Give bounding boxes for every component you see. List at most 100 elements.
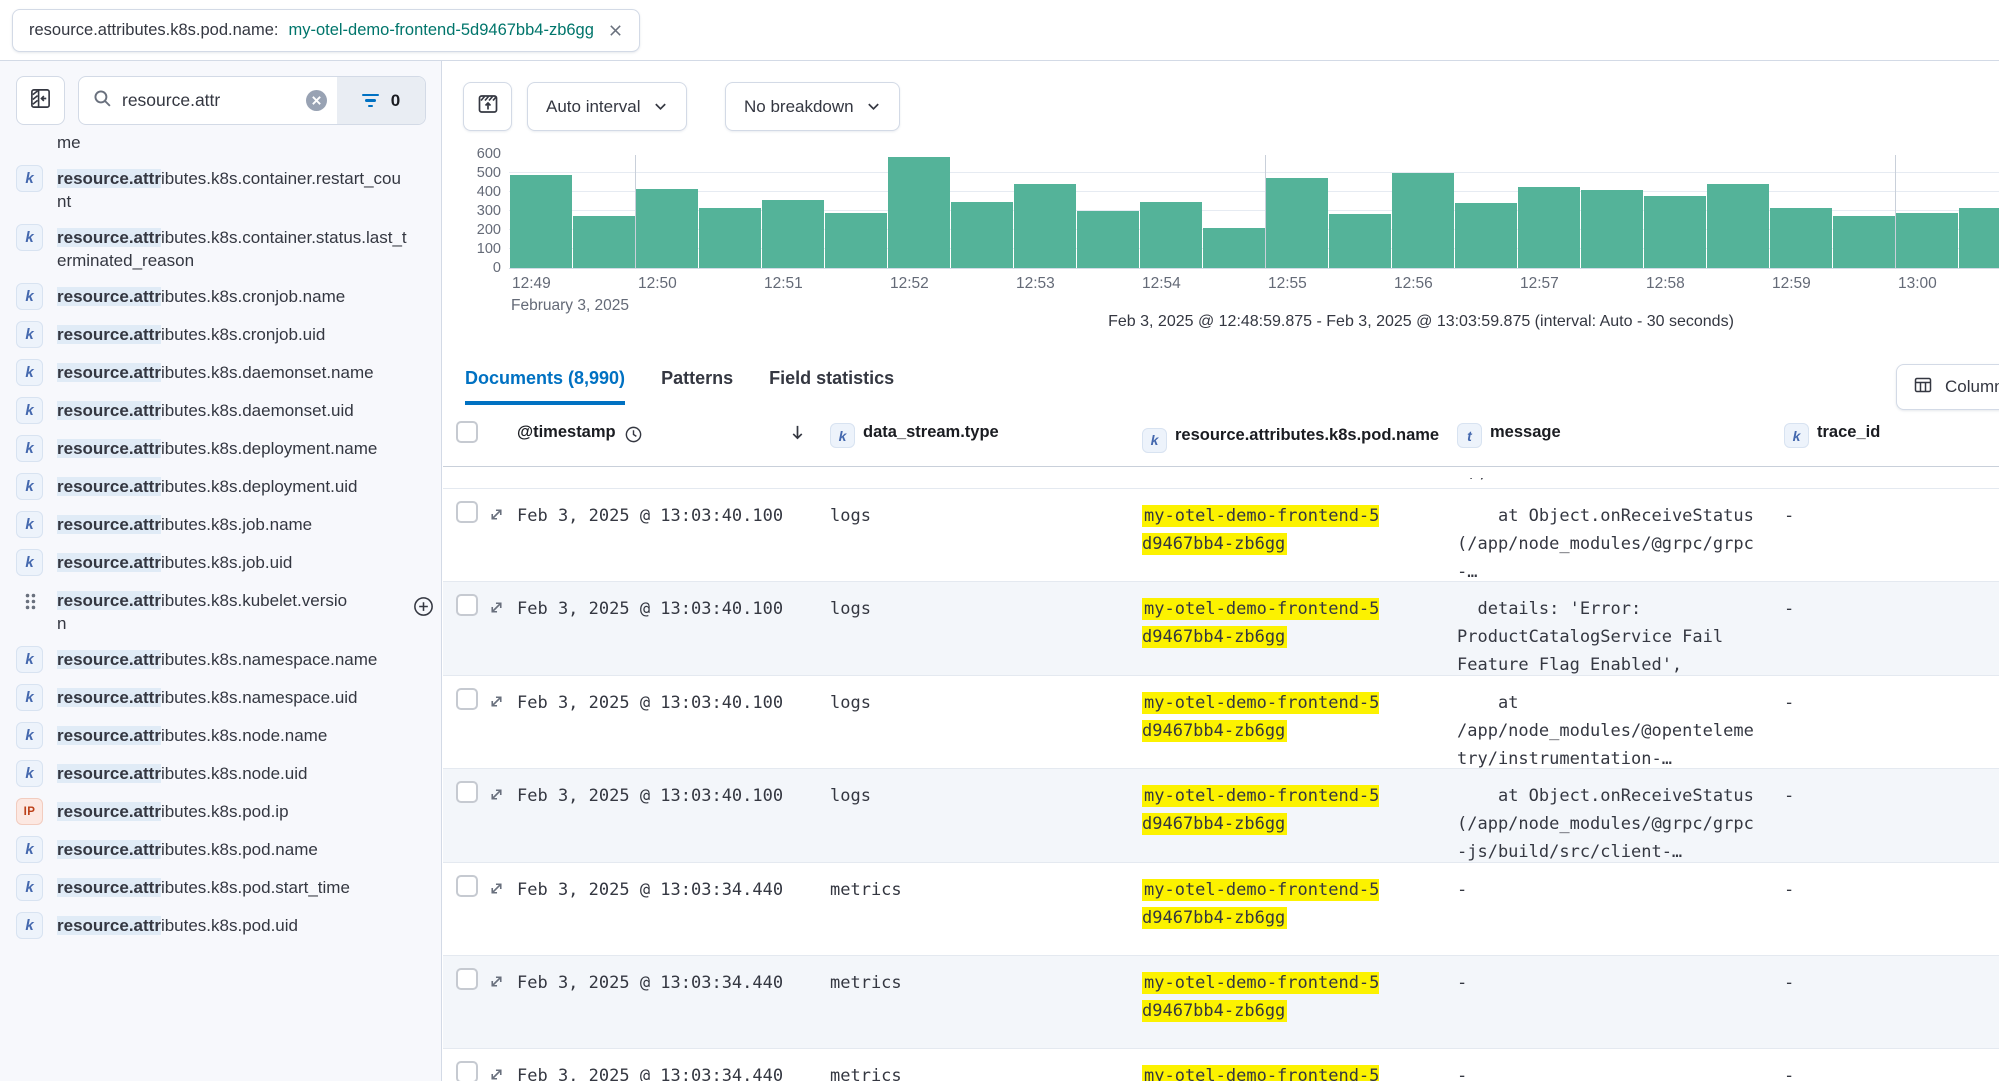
table-header: @timestamp kdata_stream.type kresource.att…	[443, 411, 1999, 467]
histogram-bar[interactable]	[1140, 202, 1202, 268]
search-icon	[93, 89, 112, 113]
field-name: resource.attributes.k8s.cronjob.uid	[57, 323, 409, 346]
chart-options-button[interactable]	[463, 82, 512, 131]
select-all-checkbox[interactable]	[456, 421, 478, 443]
histogram-bar[interactable]	[510, 175, 572, 268]
field-name: resource.attributes.k8s.cronjob.name	[57, 285, 409, 308]
tab-field-statistics[interactable]: Field statistics	[769, 368, 894, 405]
histogram-bar[interactable]	[636, 189, 698, 268]
field-list-item[interactable]: kresource.attributes.k8s.job.uid	[16, 551, 435, 576]
histogram-bar[interactable]	[1518, 187, 1580, 268]
field-list-item[interactable]: kresource.attributes.k8s.deployment.name	[16, 437, 435, 462]
histogram-bar[interactable]	[1455, 203, 1517, 268]
field-search-value: resource.attr	[122, 90, 296, 111]
header-message[interactable]: tmessage	[1457, 423, 1561, 448]
clock-icon	[624, 425, 643, 444]
expand-document-icon[interactable]	[488, 504, 505, 532]
collapse-sidebar-button[interactable]	[16, 76, 65, 125]
field-list-item[interactable]: kresource.attributes.k8s.node.uid	[16, 762, 435, 787]
histogram-bar[interactable]	[1392, 173, 1454, 268]
field-list-item[interactable]: kresource.attributes.k8s.cronjob.uid	[16, 323, 435, 348]
sort-descending-icon[interactable]	[788, 423, 807, 442]
header-pod_name[interactable]: kresource.attributes.k8s.pod.name	[1142, 423, 1442, 453]
tab-patterns[interactable]: Patterns	[661, 368, 733, 405]
header-data_stream_type[interactable]: kdata_stream.type	[830, 423, 999, 448]
x-axis-tick-label: 12:53	[1016, 275, 1055, 293]
histogram-bar[interactable]	[1077, 211, 1139, 268]
columns-button[interactable]: Columns	[1896, 364, 1999, 410]
histogram-bar[interactable]	[762, 200, 824, 268]
field-list-item[interactable]: kresource.attributes.k8s.deployment.uid	[16, 475, 435, 500]
field-list-item[interactable]: kresource.attributes.k8s.pod.start_time	[16, 876, 435, 901]
row-checkbox[interactable]	[456, 968, 478, 990]
header-trace_id[interactable]: ktrace_id	[1784, 423, 1880, 448]
expand-document-icon[interactable]	[488, 597, 505, 625]
field-list-item[interactable]: kresource.attributes.k8s.job.name	[16, 513, 435, 538]
field-list-item[interactable]: kresource.attributes.k8s.pod.name	[16, 838, 435, 863]
field-list-item[interactable]: kresource.attributes.k8s.daemonset.uid	[16, 399, 435, 424]
histogram-bar[interactable]	[888, 157, 950, 268]
field-list-item[interactable]: IPresource.attributes.k8s.pod.ip	[16, 800, 435, 825]
breakdown-dropdown[interactable]: No breakdown	[725, 82, 900, 131]
clear-search-icon[interactable]	[306, 90, 327, 111]
x-axis-tick-label: 12:58	[1646, 275, 1685, 293]
field-name-match: resource.attr	[57, 688, 161, 707]
field-list-item[interactable]: kresource.attributes.k8s.namespace.uid	[16, 686, 435, 711]
header-timestamp[interactable]: @timestamp	[517, 423, 643, 444]
expand-document-icon[interactable]	[488, 784, 505, 812]
filter-pill[interactable]: resource.attributes.k8s.pod.name: my-ote…	[12, 9, 640, 52]
expand-document-icon[interactable]	[488, 878, 505, 906]
field-list-item[interactable]: kresource.attributes.k8s.cronjob.name	[16, 285, 435, 310]
field-name: resource.attributes.k8s.namespace.uid	[57, 686, 409, 709]
expand-document-icon[interactable]	[488, 691, 505, 719]
row-checkbox[interactable]	[456, 501, 478, 523]
tab-documents[interactable]: Documents (8,990)	[465, 368, 625, 405]
row-checkbox[interactable]	[456, 875, 478, 897]
histogram-bar[interactable]	[699, 208, 761, 268]
row-checkbox[interactable]	[456, 594, 478, 616]
field-list-item[interactable]: kresource.attributes.k8s.pod.uid	[16, 914, 435, 939]
histogram-bar[interactable]	[1581, 190, 1643, 268]
field-name-match: resource.attr	[57, 840, 161, 859]
field-list-item[interactable]: kresource.attributes.k8s.container.statu…	[16, 226, 435, 272]
clipped-row-fragment: '),	[443, 478, 1999, 489]
message-cell: details: 'Error: ProductCatalogService F…	[1457, 595, 1769, 679]
row-checkbox[interactable]	[456, 781, 478, 803]
field-list-item[interactable]: kresource.attributes.k8s.container.resta…	[16, 167, 435, 213]
histogram-bar[interactable]	[573, 216, 635, 268]
field-list-item[interactable]: resource.attributes.k8s.kubelet.version	[16, 589, 435, 635]
histogram-bar[interactable]	[1770, 208, 1832, 268]
interval-dropdown[interactable]: Auto interval	[527, 82, 687, 131]
histogram-bar[interactable]	[1014, 184, 1076, 268]
histogram-bar[interactable]	[1707, 184, 1769, 268]
y-axis-tick-label: 100	[443, 241, 501, 257]
histogram-bar[interactable]	[1644, 196, 1706, 268]
message-cell: -	[1457, 969, 1769, 997]
histogram-bar[interactable]	[951, 202, 1013, 268]
keyword-field-token: k	[16, 473, 43, 500]
add-field-button[interactable]	[412, 595, 435, 623]
histogram-bar[interactable]	[1329, 214, 1391, 268]
row-checkbox[interactable]	[456, 688, 478, 710]
field-list-item[interactable]: kresource.attributes.k8s.node.name	[16, 724, 435, 749]
histogram-bar[interactable]	[1266, 178, 1328, 268]
row-checkbox[interactable]	[456, 1061, 478, 1081]
expand-document-icon[interactable]	[488, 971, 505, 999]
histogram-bar[interactable]	[1959, 208, 1999, 268]
field-list-item[interactable]: kresource.attributes.k8s.namespace.name	[16, 648, 435, 673]
remove-filter-icon[interactable]	[608, 23, 623, 38]
drag-handle-icon[interactable]	[23, 592, 41, 616]
table-row: Feb 3, 2025 @ 13:03:40.100logsmy-otel-de…	[443, 676, 1999, 769]
expand-document-icon[interactable]	[488, 1064, 505, 1081]
histogram-bar[interactable]	[1833, 216, 1895, 268]
field-search-input[interactable]: resource.attr	[79, 77, 337, 124]
field-list-item[interactable]: kresource.attributes.k8s.daemonset.name	[16, 361, 435, 386]
histogram-bar[interactable]	[1203, 228, 1265, 268]
field-name: resource.attributes.k8s.pod.start_time	[57, 876, 409, 899]
x-axis-tick-label: 12:55	[1268, 275, 1307, 293]
keyword-field-token: k	[16, 722, 43, 749]
histogram-bar[interactable]	[825, 213, 887, 268]
histogram-bar[interactable]	[1896, 213, 1958, 268]
field-filter-toggle[interactable]: 0	[337, 77, 425, 124]
keyword-field-token: k	[16, 224, 43, 251]
